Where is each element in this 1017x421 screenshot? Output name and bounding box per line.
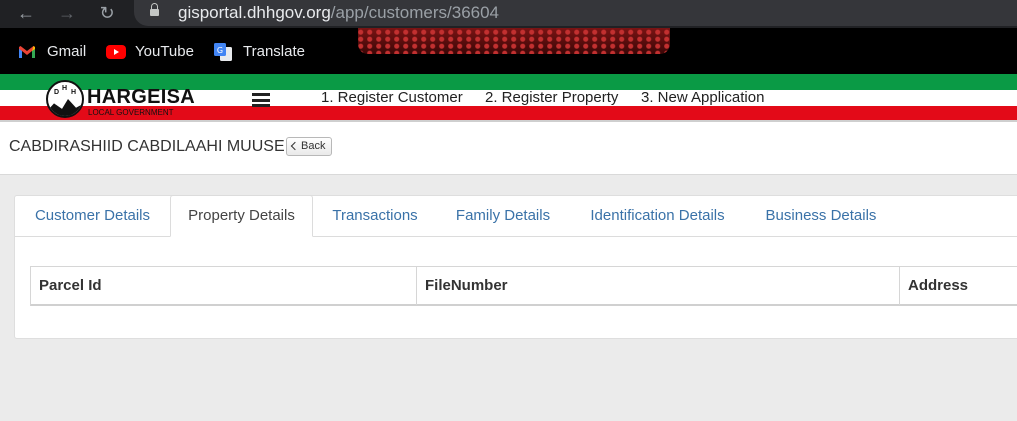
hamburger-menu-icon[interactable] — [252, 93, 270, 107]
bookmark-youtube[interactable]: YouTube — [106, 43, 196, 61]
bookmark-label: Gmail — [47, 43, 87, 60]
nav-register-customer[interactable]: 1. Register Customer — [321, 89, 463, 107]
bookmarks-bar: Gmail YouTube G Translate — [0, 28, 1017, 74]
browser-toolbar: ← → ↻ gisportal.dhhgov.org/app/customers… — [0, 0, 1017, 28]
reload-icon[interactable]: ↻ — [95, 0, 119, 28]
bookmark-translate[interactable]: G Translate — [214, 43, 309, 61]
tab-transactions[interactable]: Transactions — [313, 196, 437, 236]
customer-detail-card: Customer Details Property Details Transa… — [14, 195, 1017, 339]
url-path: /app/customers/36604 — [330, 3, 500, 22]
youtube-icon — [106, 45, 126, 59]
page-title-bar: CABDIRASHIID CABDILAAHI MUUSE Back — [0, 122, 1017, 175]
url-domain: gisportal.dhhgov.org — [178, 3, 331, 22]
nav-new-application[interactable]: 3. New Application — [641, 89, 764, 107]
tabs-divider — [15, 236, 1017, 237]
column-header-file-number[interactable]: FileNumber — [416, 267, 899, 305]
hargeisa-logo[interactable]: D H H HARGEISA LOCAL GOVERNMENT — [46, 78, 196, 120]
tab-property-details[interactable]: Property Details — [170, 195, 313, 237]
chevron-left-icon — [290, 141, 300, 151]
page-banner-image — [358, 28, 670, 54]
back-button[interactable]: Back — [286, 137, 332, 156]
site-header: D H H HARGEISA LOCAL GOVERNMENT 1. Regis… — [0, 74, 1017, 122]
svg-text:G: G — [217, 46, 223, 55]
address-bar[interactable]: gisportal.dhhgov.org/app/customers/36604 — [134, 0, 1017, 26]
tab-business-details[interactable]: Business Details — [746, 196, 896, 236]
column-header-address[interactable]: Address — [899, 267, 1017, 305]
logo-subtitle: LOCAL GOVERNMENT — [88, 108, 174, 117]
lock-icon — [150, 3, 159, 17]
back-button-label: Back — [301, 140, 326, 152]
tab-family-details[interactable]: Family Details — [437, 196, 569, 236]
back-arrow-icon[interactable]: ← — [14, 0, 38, 28]
google-translate-icon: G — [214, 43, 232, 61]
property-table: Parcel Id FileNumber Address — [30, 266, 1017, 306]
gmail-icon — [19, 46, 35, 58]
url-text[interactable]: gisportal.dhhgov.org/app/customers/36604 — [178, 2, 499, 24]
bookmark-label: Translate — [243, 43, 305, 60]
tab-customer-details[interactable]: Customer Details — [15, 196, 170, 236]
bookmark-label: YouTube — [135, 43, 194, 60]
bookmark-gmail[interactable]: Gmail — [18, 43, 88, 61]
logo-emblem-icon: D H H — [46, 80, 84, 118]
tab-identification-details[interactable]: Identification Details — [569, 196, 746, 236]
nav-register-property[interactable]: 2. Register Property — [485, 89, 618, 107]
logo-title: HARGEISA — [87, 86, 195, 108]
forward-arrow-icon[interactable]: → — [55, 0, 79, 28]
column-header-parcel-id[interactable]: Parcel Id — [31, 267, 416, 305]
page-title: CABDIRASHIID CABDILAAHI MUUSE — [9, 138, 285, 155]
